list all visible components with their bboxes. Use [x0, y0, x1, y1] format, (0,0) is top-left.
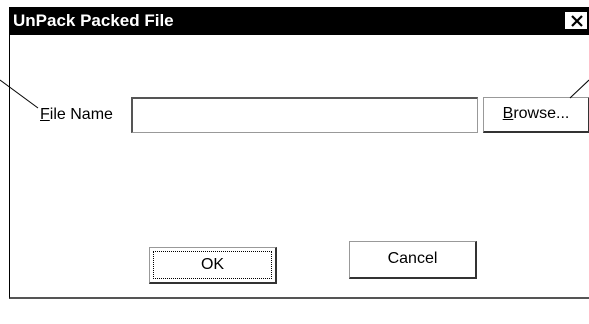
- browse-mnemonic: B: [502, 105, 514, 122]
- close-button[interactable]: [564, 11, 588, 30]
- close-icon: [571, 15, 583, 27]
- cancel-button[interactable]: Cancel: [349, 241, 477, 279]
- file-name-label: File Name: [40, 106, 113, 124]
- ok-button[interactable]: OK: [149, 247, 277, 284]
- cancel-label: Cancel: [387, 250, 438, 267]
- title-bar[interactable]: UnPack Packed File: [10, 7, 589, 35]
- browse-label-text: rowse...: [513, 105, 570, 122]
- dialog-title: UnPack Packed File: [13, 11, 174, 30]
- browse-button[interactable]: Browse...: [483, 97, 589, 133]
- unpack-dialog: UnPack Packed File File Name Browse... O…: [9, 7, 589, 299]
- file-name-input[interactable]: [131, 97, 478, 133]
- file-name-label-text: ile Name: [49, 106, 113, 123]
- focus-rectangle: [153, 251, 272, 279]
- file-name-mnemonic: F: [40, 106, 50, 123]
